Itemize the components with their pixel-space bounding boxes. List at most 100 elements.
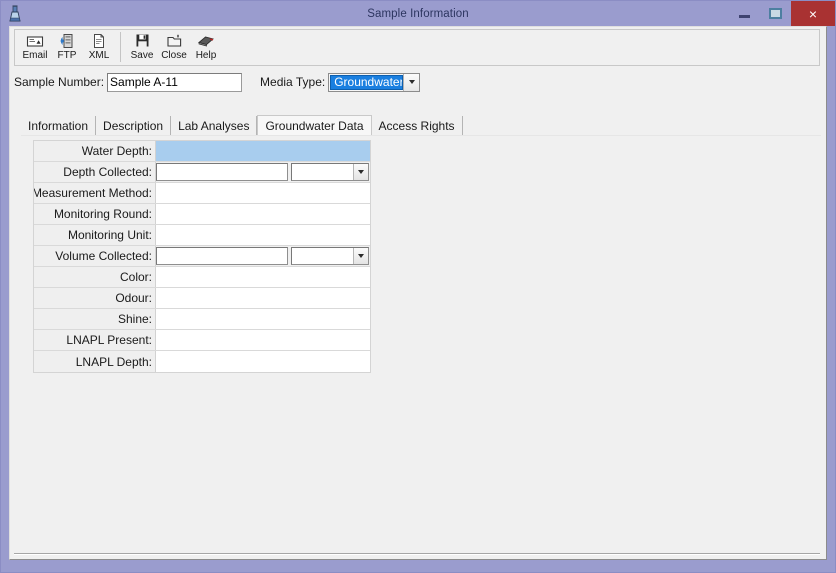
chevron-down-icon	[358, 254, 364, 258]
toolbar: Email FTP XML Save Close Help	[14, 29, 820, 66]
close-icon: ×	[808, 5, 818, 22]
form-row: Measurement Method:	[34, 183, 370, 204]
form-row: Monitoring Round:	[34, 204, 370, 225]
depth-collected-unit-combobox[interactable]	[291, 163, 369, 181]
window-title: Sample Information	[367, 7, 469, 20]
depth-collected-unit-value	[292, 164, 353, 180]
lnapl-depth-label: LNAPL Depth:	[34, 351, 156, 372]
form-row: LNAPL Present:	[34, 330, 370, 351]
monitoring-round-input[interactable]	[156, 204, 370, 224]
volume-collected-unit-dropdown-button[interactable]	[353, 248, 368, 264]
form-row: Water Depth:	[34, 141, 370, 162]
email-button[interactable]: Email	[19, 30, 51, 63]
xml-button[interactable]: XML	[83, 30, 115, 63]
chevron-down-icon	[358, 170, 364, 174]
monitoring-unit-field[interactable]	[156, 225, 370, 245]
media-type-dropdown-button[interactable]	[403, 73, 420, 91]
form-row: Shine:	[34, 309, 370, 330]
help-book-icon	[197, 32, 215, 49]
odour-input[interactable]	[156, 288, 370, 308]
shine-field[interactable]	[156, 309, 370, 329]
shine-label: Shine:	[34, 309, 156, 329]
lnapl-depth-field[interactable]	[156, 351, 370, 372]
sample-number-label: Sample Number:	[14, 75, 105, 89]
window-controls: ×	[729, 1, 835, 26]
tab-groundwater-data[interactable]: Groundwater Data	[257, 115, 372, 136]
depth-collected-input[interactable]	[157, 165, 287, 181]
water-depth-input[interactable]	[156, 141, 370, 161]
depth-collected-text-part[interactable]	[156, 163, 288, 181]
ftp-button-label: FTP	[57, 50, 77, 61]
form-row: Volume Collected:	[34, 246, 370, 267]
water-depth-label: Water Depth:	[34, 141, 156, 161]
media-type-value: Groundwater	[330, 74, 404, 90]
tab-underline	[21, 135, 821, 136]
close-doc-button[interactable]: Close	[158, 30, 190, 63]
form-row: Color:	[34, 267, 370, 288]
media-type-combobox[interactable]: Groundwater	[328, 72, 421, 92]
lnapl-present-label: LNAPL Present:	[34, 330, 156, 350]
volume-collected-label: Volume Collected:	[34, 246, 156, 266]
depth-collected-label: Depth Collected:	[34, 162, 156, 182]
monitoring-unit-input[interactable]	[156, 225, 370, 245]
form-row: LNAPL Depth:	[34, 351, 370, 372]
color-field[interactable]	[156, 267, 370, 287]
odour-label: Odour:	[34, 288, 156, 308]
volume-collected-input[interactable]	[157, 249, 287, 265]
depth-collected-unit-dropdown-button[interactable]	[353, 164, 368, 180]
monitoring-round-field[interactable]	[156, 204, 370, 224]
lnapl-present-input[interactable]	[156, 330, 370, 350]
sample-number-input[interactable]	[107, 72, 243, 92]
form-row: Depth Collected:	[34, 162, 370, 183]
measurement-method-label: Measurement Method:	[34, 183, 156, 203]
bottom-divider	[14, 553, 820, 555]
maximize-button[interactable]	[760, 1, 791, 26]
volume-collected-text-part[interactable]	[156, 247, 288, 265]
form-row: Odour:	[34, 288, 370, 309]
monitoring-unit-label: Monitoring Unit:	[34, 225, 156, 245]
tab-access-rights[interactable]: Access Rights	[371, 116, 463, 136]
volume-collected-unit-combobox[interactable]	[291, 247, 369, 265]
tab-information[interactable]: Information	[21, 116, 97, 136]
header-row: Sample Number: Media Type: Groundwater	[14, 71, 421, 93]
client-inner: Email FTP XML Save Close Help Sample Num…	[10, 27, 826, 559]
toolbar-separator	[120, 32, 121, 62]
titlebar: Sample Information ×	[1, 1, 835, 26]
color-input[interactable]	[156, 267, 370, 287]
tab-lab-analyses[interactable]: Lab Analyses	[171, 116, 258, 136]
client-area: Email FTP XML Save Close Help Sample Num…	[9, 26, 827, 560]
help-button-label: Help	[195, 50, 217, 61]
ftp-button[interactable]: FTP	[51, 30, 83, 63]
document-icon	[92, 32, 106, 49]
help-button[interactable]: Help	[190, 30, 222, 63]
server-icon	[58, 32, 76, 49]
envelope-icon	[26, 32, 44, 49]
save-button-label: Save	[130, 50, 154, 61]
volume-collected-field[interactable]	[156, 246, 370, 266]
depth-collected-field[interactable]	[156, 162, 370, 182]
save-button[interactable]: Save	[126, 30, 158, 63]
water-depth-field[interactable]	[156, 141, 370, 161]
form-row: Monitoring Unit:	[34, 225, 370, 246]
sample-information-window: Sample Information × Email FTP XML Save …	[0, 0, 836, 573]
color-label: Color:	[34, 267, 156, 287]
close-doc-button-label: Close	[161, 50, 187, 61]
lnapl-present-field[interactable]	[156, 330, 370, 350]
measurement-method-field[interactable]	[156, 183, 370, 203]
tabstrip: Information Description Lab Analyses Gro…	[21, 115, 463, 136]
maximize-icon	[769, 8, 782, 19]
close-button[interactable]: ×	[791, 1, 835, 26]
minimize-icon	[739, 14, 750, 18]
groundwater-data-form: Water Depth: Depth Collected: Measuremen…	[33, 140, 371, 373]
lnapl-depth-input[interactable]	[156, 351, 370, 372]
odour-field[interactable]	[156, 288, 370, 308]
minimize-button[interactable]	[729, 1, 760, 26]
volume-collected-unit-value	[292, 248, 353, 264]
email-button-label: Email	[22, 50, 48, 61]
shine-input[interactable]	[156, 309, 370, 329]
chevron-down-icon	[408, 80, 415, 84]
tab-description[interactable]: Description	[96, 116, 172, 136]
measurement-method-input[interactable]	[156, 183, 370, 203]
media-type-label: Media Type:	[260, 75, 326, 89]
floppy-disk-icon	[135, 32, 150, 49]
